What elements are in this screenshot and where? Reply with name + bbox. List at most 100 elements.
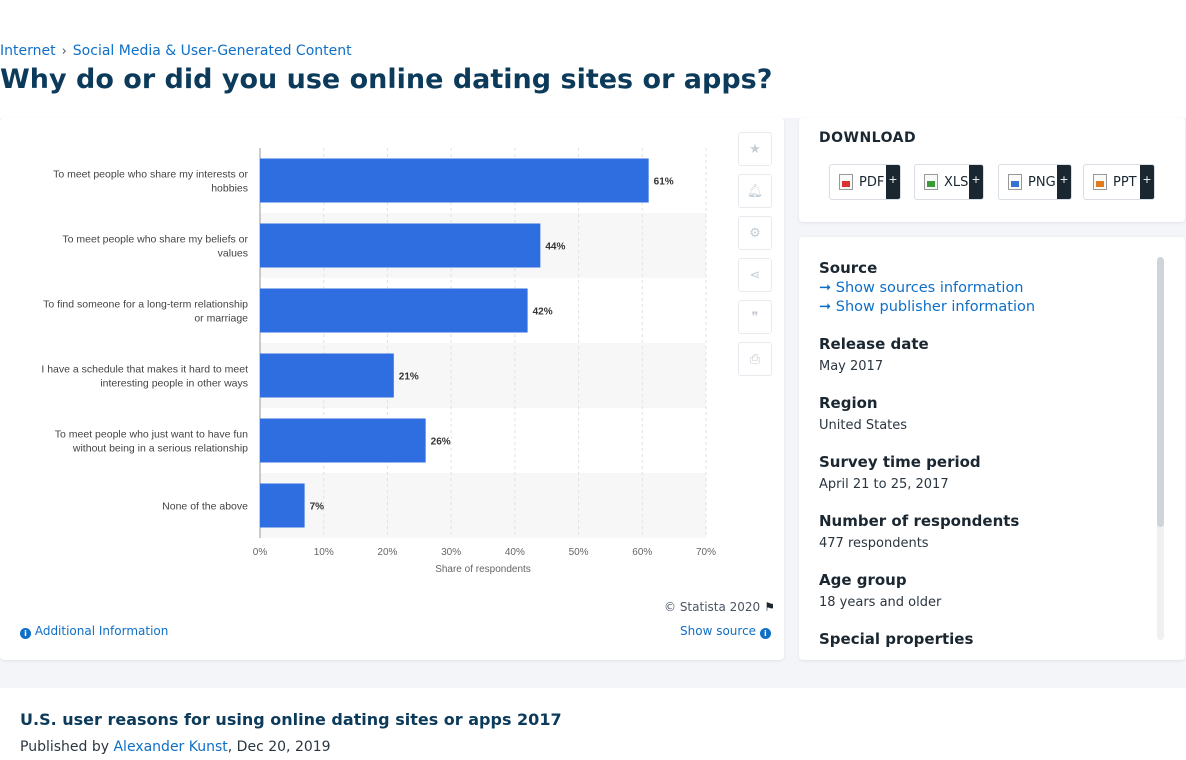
source-label: Source xyxy=(819,259,878,277)
x-tick-label: 10% xyxy=(314,547,334,558)
quote-icon: ❞ xyxy=(751,309,759,325)
star-icon: ★ xyxy=(749,141,761,157)
show-publisher-link[interactable]: ➞ Show publisher information xyxy=(819,299,1159,315)
flag-icon[interactable]: ⚑ xyxy=(764,600,775,614)
scrollbar-thumb[interactable] xyxy=(1157,257,1164,527)
category-label: To find someone for a long-term relation… xyxy=(43,299,248,311)
release-date-label: Release date xyxy=(819,335,929,353)
metadata-card: Source ➞ Show sources information ➞ Show… xyxy=(799,237,1185,660)
download-title: DOWNLOAD xyxy=(819,130,917,146)
download-card: DOWNLOAD PDF + XLS + PNG + PPT + xyxy=(799,118,1185,222)
bar xyxy=(260,158,649,203)
xls-file-icon xyxy=(924,174,938,190)
statistic-title: U.S. user reasons for using online datin… xyxy=(20,710,562,729)
category-label: I have a schedule that makes it hard to … xyxy=(41,364,248,376)
respondents-label: Number of respondents xyxy=(819,512,1020,530)
show-sources-link[interactable]: ➞ Show sources information xyxy=(819,280,1159,296)
settings-button[interactable]: ⚙ xyxy=(738,216,772,250)
published-by: Published by Alexander Kunst, Dec 20, 20… xyxy=(20,739,331,755)
age-group-block: Age group 18 years and older xyxy=(819,571,1159,610)
share-button[interactable]: ⋖ xyxy=(738,258,772,292)
show-source-label: Show source xyxy=(680,624,757,638)
x-tick-label: 40% xyxy=(505,547,525,558)
breadcrumb: Internet › Social Media & User-Generated… xyxy=(0,43,352,59)
plus-icon: + xyxy=(1057,165,1071,199)
pdf-file-icon xyxy=(839,174,853,190)
survey-period-value: April 21 to 25, 2017 xyxy=(819,477,949,492)
metadata-list: Source ➞ Show sources information ➞ Show… xyxy=(819,259,1159,660)
download-png-label: PNG xyxy=(1028,174,1056,190)
age-group-value: 18 years and older xyxy=(819,595,942,610)
survey-period-label: Survey time period xyxy=(819,453,981,471)
bar-chart: 0% 10% 20% 30% 40% 50% 60% 70% 61% To meet people… xyxy=(41,148,716,575)
x-tick-label: 0% xyxy=(253,547,268,558)
copyright: © Statista 2020 ⚑ xyxy=(664,600,775,614)
age-group-label: Age group xyxy=(819,571,907,589)
category-label: or marriage xyxy=(194,313,248,325)
bar xyxy=(260,288,528,333)
plus-icon: + xyxy=(969,165,983,199)
metadata-scrollbar[interactable] xyxy=(1157,257,1164,640)
download-xls-label: XLS xyxy=(944,174,969,190)
additional-information-label: Additional Information xyxy=(34,624,169,638)
cite-button[interactable]: ❞ xyxy=(738,300,772,334)
bell-icon: 🔔︎ xyxy=(746,183,764,199)
author-link[interactable]: Alexander Kunst xyxy=(113,739,227,755)
print-button[interactable]: ⎙ xyxy=(738,342,772,376)
show-sources-label: Show sources information xyxy=(835,280,1024,296)
region-label: Region xyxy=(819,394,878,412)
chart-toolbar: ★ 🔔︎ ⚙ ⋖ ❞ ⎙ xyxy=(738,132,772,384)
bar xyxy=(260,223,541,268)
breadcrumb-separator: › xyxy=(61,43,67,59)
download-pdf-label: PDF xyxy=(859,174,885,190)
download-pdf-button[interactable]: PDF + xyxy=(829,164,901,200)
data-label: 44% xyxy=(545,242,565,253)
release-date-block: Release date May 2017 xyxy=(819,335,1159,374)
category-label: hobbies xyxy=(211,183,248,195)
copyright-text: © Statista 2020 xyxy=(664,600,761,614)
x-tick-label: 60% xyxy=(632,547,652,558)
show-publisher-label: Show publisher information xyxy=(835,299,1036,315)
plus-icon: + xyxy=(1140,165,1154,199)
region-block: Region United States xyxy=(819,394,1159,433)
ppt-file-icon xyxy=(1093,174,1107,190)
download-ppt-label: PPT xyxy=(1113,174,1137,190)
published-prefix: Published by xyxy=(20,739,110,755)
respondents-block: Number of respondents 477 respondents xyxy=(819,512,1159,551)
download-png-button[interactable]: PNG + xyxy=(998,164,1072,200)
bar xyxy=(260,418,426,463)
bar xyxy=(260,353,394,398)
additional-information-link[interactable]: i Additional Information xyxy=(20,624,168,639)
x-tick-label: 30% xyxy=(441,547,461,558)
bar xyxy=(260,483,305,528)
gear-icon: ⚙ xyxy=(749,225,761,241)
data-label: 42% xyxy=(533,307,553,318)
header-band xyxy=(0,0,1186,118)
show-source-link[interactable]: Show source i xyxy=(680,624,771,639)
special-properties-block: Special properties xyxy=(819,630,1159,648)
survey-period-block: Survey time period April 21 to 25, 2017 xyxy=(819,453,1159,492)
release-date-value: May 2017 xyxy=(819,359,884,374)
download-ppt-button[interactable]: PPT + xyxy=(1083,164,1155,200)
respondents-value: 477 respondents xyxy=(819,536,929,551)
data-label: 61% xyxy=(654,177,674,188)
breadcrumb-internet[interactable]: Internet xyxy=(0,43,56,59)
data-label: 7% xyxy=(310,502,325,513)
category-label: To meet people who share my interests or xyxy=(53,169,248,181)
info-icon: i xyxy=(759,628,771,639)
x-tick-label: 20% xyxy=(377,547,397,558)
data-label: 26% xyxy=(431,437,451,448)
breadcrumb-social-media[interactable]: Social Media & User-Generated Content xyxy=(73,43,352,59)
notification-button[interactable]: 🔔︎ xyxy=(738,174,772,208)
arrow-right-icon: ➞ xyxy=(819,280,832,296)
favorite-button[interactable]: ★ xyxy=(738,132,772,166)
category-label: interesting people in other ways xyxy=(100,378,248,390)
x-axis-title: Share of respondents xyxy=(435,564,531,575)
download-xls-button[interactable]: XLS + xyxy=(914,164,984,200)
published-date: , Dec 20, 2019 xyxy=(227,739,331,755)
category-label: values xyxy=(218,248,248,260)
row-band xyxy=(260,473,706,538)
category-label: To meet people who just want to have fun xyxy=(55,429,248,441)
png-file-icon xyxy=(1008,174,1022,190)
page-title: Why do or did you use online dating site… xyxy=(0,64,773,95)
